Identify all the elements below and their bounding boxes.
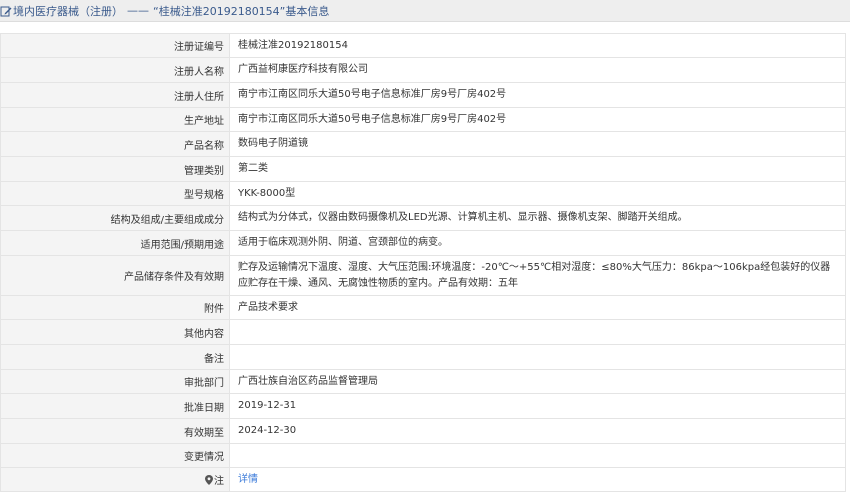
row-value	[230, 444, 845, 467]
row-value: 第二类	[238, 163, 268, 174]
table-row: 有效期至 2024-12-30	[0, 419, 846, 444]
row-value	[230, 320, 845, 344]
table-row: 型号规格 YKK-8000型	[0, 182, 846, 206]
row-label: 注册证编号	[1, 34, 230, 57]
info-table: 注册证编号 桂械注准20192180154 注册人名称 广西益柯康医疗科技有限公…	[0, 33, 850, 492]
row-value: 南宁市江南区同乐大道50号电子信息标准厂房9号厂房402号	[238, 113, 507, 125]
row-value: 南宁市江南区同乐大道50号电子信息标准厂房9号厂房402号	[238, 89, 507, 100]
row-value: 广西益柯康医疗科技有限公司	[238, 64, 368, 75]
row-label: 型号规格	[1, 182, 230, 205]
details-link[interactable]: 详情	[238, 472, 258, 488]
row-value: YKK-8000型	[238, 187, 296, 199]
table-row: 产品名称 数码电子阴道镜	[0, 132, 846, 157]
table-row: 批准日期 2019-12-31	[0, 394, 846, 419]
table-row: 附件 产品技术要求	[0, 296, 846, 320]
table-row: 注册人名称 广西益柯康医疗科技有限公司	[0, 58, 846, 83]
table-row: 产品储存条件及有效期 贮存及运输情况下温度、湿度、大气压范围:环境温度：-20℃…	[0, 256, 846, 296]
row-label: 有效期至	[1, 419, 230, 443]
note-value: 详情	[230, 468, 845, 491]
page-header: 境内医疗器械（注册） —— “桂械注准20192180154”基本信息	[0, 0, 850, 22]
table-row: 结构及组成/主要组成成分 结构式为分体式，仪器由数码摄像机及LED光源、计算机主…	[0, 206, 846, 231]
table-row: 变更情况	[0, 444, 846, 468]
row-label: 管理类别	[1, 157, 230, 181]
row-value: 数码电子阴道镜	[238, 138, 308, 149]
location-pin-icon	[205, 474, 213, 485]
row-label: 适用范围/预期用途	[1, 231, 230, 255]
note-label-cell: 注	[1, 468, 230, 491]
row-value: 桂械注准20192180154	[238, 39, 348, 51]
table-row: 审批部门 广西壮族自治区药品监督管理局	[0, 370, 846, 394]
table-row: 注册证编号 桂械注准20192180154	[0, 33, 846, 58]
note-row: 注 详情	[0, 468, 846, 492]
row-label: 产品名称	[1, 132, 230, 156]
header-title: “桂械注准20192180154”基本信息	[153, 4, 330, 18]
row-label: 结构及组成/主要组成成分	[1, 206, 230, 230]
row-value	[230, 345, 845, 369]
row-label: 批准日期	[1, 394, 230, 418]
row-label: 附件	[1, 296, 230, 319]
row-label: 审批部门	[1, 370, 230, 393]
row-value: 广西壮族自治区药品监督管理局	[238, 375, 378, 387]
row-label: 生产地址	[1, 108, 230, 131]
row-label: 注册人名称	[1, 58, 230, 82]
row-label: 注册人住所	[1, 83, 230, 107]
row-value: 适用于临床观测外阴、阴道、宫颈部位的病变。	[238, 237, 448, 248]
table-row: 适用范围/预期用途 适用于临床观测外阴、阴道、宫颈部位的病变。	[0, 231, 846, 256]
header-separator: ——	[127, 4, 149, 17]
table-row: 注册人住所 南宁市江南区同乐大道50号电子信息标准厂房9号厂房402号	[0, 83, 846, 108]
row-label: 变更情况	[1, 444, 230, 467]
table-row: 其他内容	[0, 320, 846, 345]
row-label: 备注	[1, 345, 230, 369]
table-row: 管理类别 第二类	[0, 157, 846, 182]
row-value: 贮存及运输情况下温度、湿度、大气压范围:环境温度：-20℃～+55℃相对湿度：≤…	[238, 261, 831, 289]
note-label: 注	[214, 476, 224, 487]
row-value: 产品技术要求	[238, 301, 298, 313]
row-label: 产品储存条件及有效期	[1, 256, 230, 295]
table-row: 备注	[0, 345, 846, 370]
row-label: 其他内容	[1, 320, 230, 344]
edit-icon	[0, 5, 12, 17]
row-value: 2024-12-30	[238, 425, 297, 436]
row-value: 结构式为分体式，仪器由数码摄像机及LED光源、计算机主机、显示器、摄像机支架、脚…	[238, 212, 688, 223]
row-value: 2019-12-31	[238, 400, 297, 411]
table-row: 生产地址 南宁市江南区同乐大道50号电子信息标准厂房9号厂房402号	[0, 108, 846, 132]
header-category: 境内医疗器械（注册）	[13, 4, 123, 18]
